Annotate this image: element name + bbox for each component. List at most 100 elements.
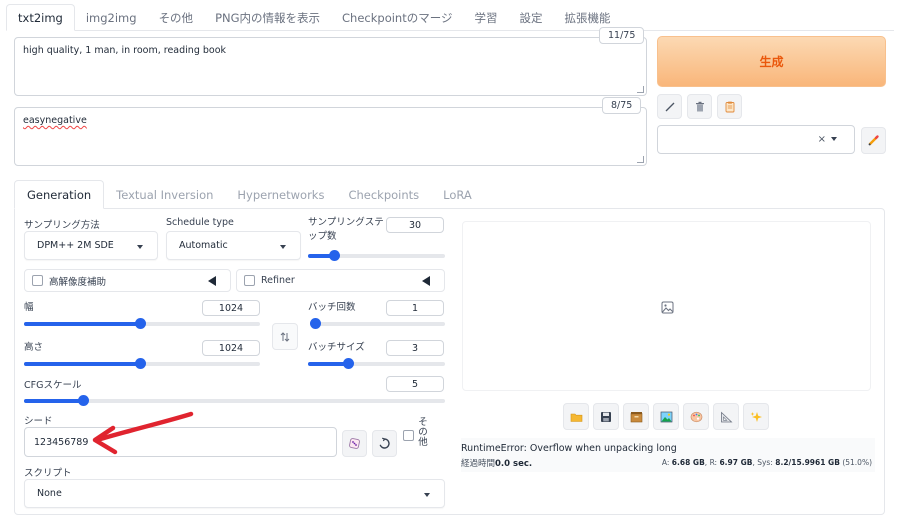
sampling-steps-slider[interactable] (308, 250, 445, 262)
schedule-type-value: Automatic (179, 240, 228, 251)
slider-thumb[interactable] (310, 318, 321, 329)
collapse-arrow-icon (208, 276, 216, 286)
hires-fix-accordion[interactable]: 高解像度補助 (24, 269, 231, 292)
tab-lora[interactable]: LoRA (431, 180, 484, 209)
extra-seed-label: その他 (418, 417, 428, 448)
width-slider[interactable] (24, 318, 260, 330)
slider-thumb[interactable] (329, 250, 341, 261)
floppy-disk-icon (601, 411, 611, 422)
vram-sys-value: 8.2/15.9961 GB (775, 458, 840, 467)
chevron-down-icon (280, 245, 286, 249)
slider-thumb[interactable] (77, 395, 89, 406)
clear-prompt-button[interactable] (687, 94, 712, 119)
main-tabs: txt2img img2img その他 PNG内の情報を表示 Checkpoin… (6, 4, 622, 31)
zip-button[interactable] (623, 403, 649, 430)
vram-a-value: 6.68 GB (671, 458, 705, 467)
slider-thumb[interactable] (342, 358, 354, 369)
pencil-icon (868, 135, 879, 146)
height-slider[interactable] (24, 358, 260, 370)
slider-fill (24, 399, 83, 403)
generate-button[interactable]: 生成 (657, 36, 886, 87)
paste-button[interactable] (657, 94, 682, 119)
diagonal-arrow-icon (665, 102, 674, 111)
refiner-accordion[interactable]: Refiner (236, 269, 445, 292)
tab-png-info[interactable]: PNG内の情報を表示 (204, 4, 331, 31)
random-seed-button[interactable] (342, 430, 367, 457)
recycle-icon (379, 437, 390, 449)
dice-icon (349, 438, 360, 449)
refiner-checkbox[interactable] (244, 275, 255, 286)
script-dropdown[interactable]: None (24, 479, 445, 508)
chevron-down-icon (424, 493, 430, 497)
folder-icon (570, 413, 582, 422)
sampling-method-dropdown[interactable]: DPM++ 2M SDE (24, 231, 158, 260)
swap-dimensions-button[interactable] (272, 323, 298, 350)
tab-img2img[interactable]: img2img (75, 4, 148, 31)
batch-size-input[interactable]: 3 (386, 340, 444, 356)
batch-count-input[interactable]: 1 (386, 300, 444, 316)
resize-handle[interactable] (637, 156, 644, 163)
send-to-extras-button[interactable] (713, 403, 739, 430)
negative-prompt-input[interactable]: easynegative (14, 107, 647, 166)
image-placeholder-icon (661, 301, 674, 314)
negative-prompt-text: easynegative (23, 115, 87, 126)
upscale-button[interactable] (743, 403, 769, 430)
archive-box-icon (630, 411, 642, 422)
sampling-method-label: サンプリング方法 (24, 220, 100, 231)
open-folder-button[interactable] (563, 403, 589, 430)
tab-train[interactable]: 学習 (464, 4, 509, 31)
slider-fill (24, 362, 140, 366)
slider-track (310, 322, 445, 326)
sampling-steps-input[interactable]: 30 (386, 217, 444, 233)
script-label: スクリプト (24, 468, 72, 479)
sparkles-icon (750, 411, 762, 422)
vram-r-value: 6.97 GB (719, 458, 753, 467)
resize-handle[interactable] (637, 86, 644, 93)
tab-checkpoints[interactable]: Checkpoints (336, 180, 431, 209)
batch-count-slider[interactable] (310, 318, 445, 330)
chevron-down-icon (137, 245, 143, 249)
palette-icon (690, 411, 702, 422)
apply-styles-button[interactable] (717, 94, 742, 119)
hires-fix-checkbox[interactable] (32, 275, 43, 286)
tab-hypernetworks[interactable]: Hypernetworks (225, 180, 336, 209)
slider-thumb[interactable] (134, 358, 146, 369)
reuse-seed-button[interactable] (372, 430, 397, 457)
prompt-token-counter: 11/75 (599, 27, 645, 44)
trash-icon (695, 101, 704, 111)
clipboard-icon (725, 101, 734, 112)
width-input[interactable]: 1024 (202, 300, 260, 316)
width-label: 幅 (24, 302, 34, 313)
batch-size-slider[interactable] (308, 358, 445, 370)
slider-thumb[interactable] (134, 318, 146, 329)
cfg-scale-slider[interactable] (24, 395, 445, 407)
tab-checkpoint-merger[interactable]: Checkpointのマージ (331, 4, 463, 31)
hires-fix-label: 高解像度補助 (49, 276, 107, 288)
edit-styles-button[interactable] (861, 127, 886, 154)
schedule-type-dropdown[interactable]: Automatic (166, 231, 301, 260)
prompt-input[interactable]: high quality, 1 man, in room, reading bo… (14, 37, 647, 96)
vram-a-label: A: (661, 458, 672, 467)
send-to-img2img-button[interactable] (653, 403, 679, 430)
height-input[interactable]: 1024 (202, 340, 260, 356)
output-gallery[interactable] (462, 221, 871, 391)
cfg-scale-input[interactable]: 5 (386, 376, 444, 392)
tab-generation[interactable]: Generation (14, 180, 105, 209)
tab-txt2img[interactable]: txt2img (6, 4, 75, 31)
error-message: RuntimeError: Overflow when unpacking lo… (461, 443, 677, 454)
elapsed-time-value: 0.0 sec. (495, 459, 533, 469)
vram-percent: (51.0%) (839, 458, 872, 467)
send-to-inpaint-button[interactable] (683, 403, 709, 430)
tab-extras[interactable]: その他 (148, 4, 205, 31)
save-button[interactable] (593, 403, 619, 430)
tab-settings[interactable]: 設定 (509, 4, 554, 31)
vram-r-label: , R: (704, 458, 720, 467)
tab-textual-inversion[interactable]: Textual Inversion (104, 180, 225, 209)
chevron-down-icon (831, 137, 837, 141)
clear-icon[interactable]: × (818, 134, 826, 145)
settings-tabs: Generation Textual Inversion Hypernetwor… (14, 180, 484, 209)
vram-usage: A: 6.68 GB, R: 6.97 GB, Sys: 8.2/15.9961… (662, 458, 872, 467)
styles-dropdown[interactable]: × (657, 125, 855, 154)
seed-value: 123456789 (34, 436, 89, 448)
extra-seed-checkbox[interactable] (403, 430, 414, 441)
